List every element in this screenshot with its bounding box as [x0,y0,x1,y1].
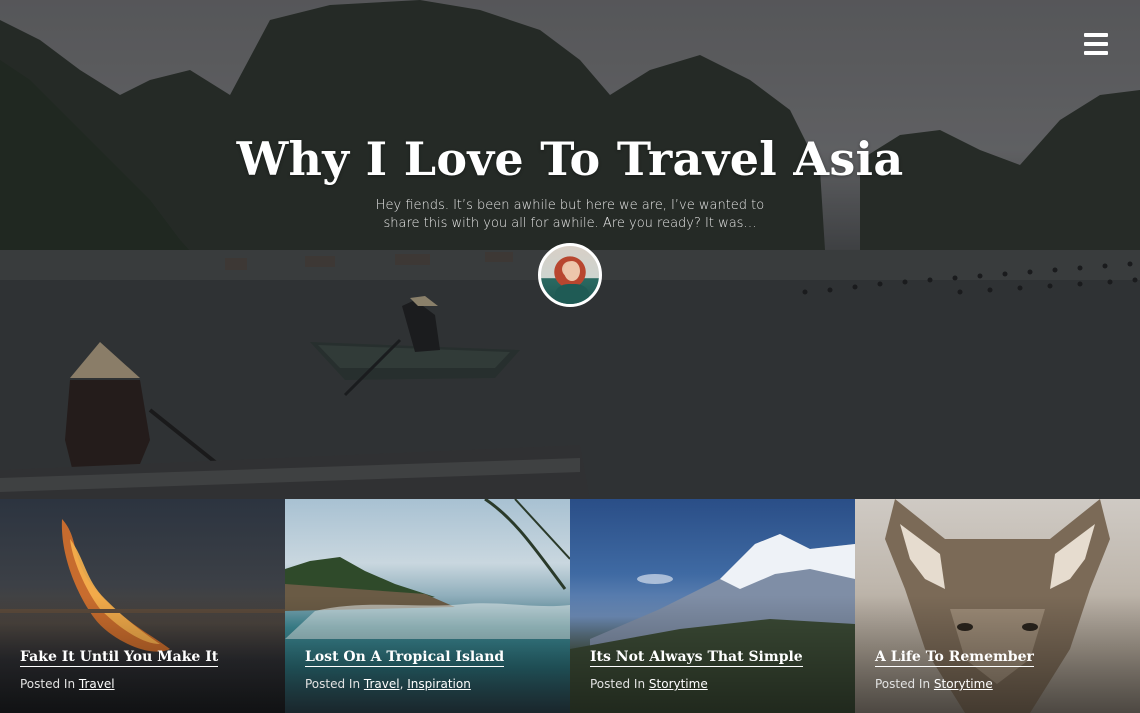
posted-in-label: Posted In [875,677,931,691]
post-card[interactable]: A Life To Remember Posted In Storytime [855,499,1140,713]
category-link[interactable]: Inspiration [407,677,471,691]
hamburger-menu-icon[interactable] [1084,33,1108,55]
post-meta: Posted In Storytime [590,677,708,691]
posted-in-label: Posted In [20,677,76,691]
post-title[interactable]: Lost On A Tropical Island [305,649,505,667]
hero-featured-post[interactable]: Why I Love To Travel Asia Hey fiends. It… [0,0,1140,499]
category-link[interactable]: Travel [79,677,115,691]
posted-in-label: Posted In [305,677,361,691]
post-title[interactable]: Its Not Always That Simple [590,649,803,667]
hero-title[interactable]: Why I Love To Travel Asia [0,132,1140,186]
post-meta: Posted In Travel [20,677,115,691]
post-title[interactable]: Fake It Until You Make It [20,649,219,667]
hero-excerpt: Hey fiends. It’s been awhile but here we… [375,198,765,231]
category-link[interactable]: Storytime [649,677,708,691]
post-grid: Fake It Until You Make It Posted In Trav… [0,499,1140,713]
posted-in-label: Posted In [590,677,646,691]
post-card[interactable]: Lost On A Tropical Island Posted In Trav… [285,499,570,713]
post-card[interactable]: Fake It Until You Make It Posted In Trav… [0,499,285,713]
category-link[interactable]: Travel [364,677,400,691]
author-avatar[interactable] [538,243,602,307]
post-meta: Posted In Travel, Inspiration [305,677,471,691]
post-card[interactable]: Its Not Always That Simple Posted In Sto… [570,499,855,713]
post-title[interactable]: A Life To Remember [875,649,1034,667]
category-link[interactable]: Storytime [934,677,993,691]
post-meta: Posted In Storytime [875,677,993,691]
